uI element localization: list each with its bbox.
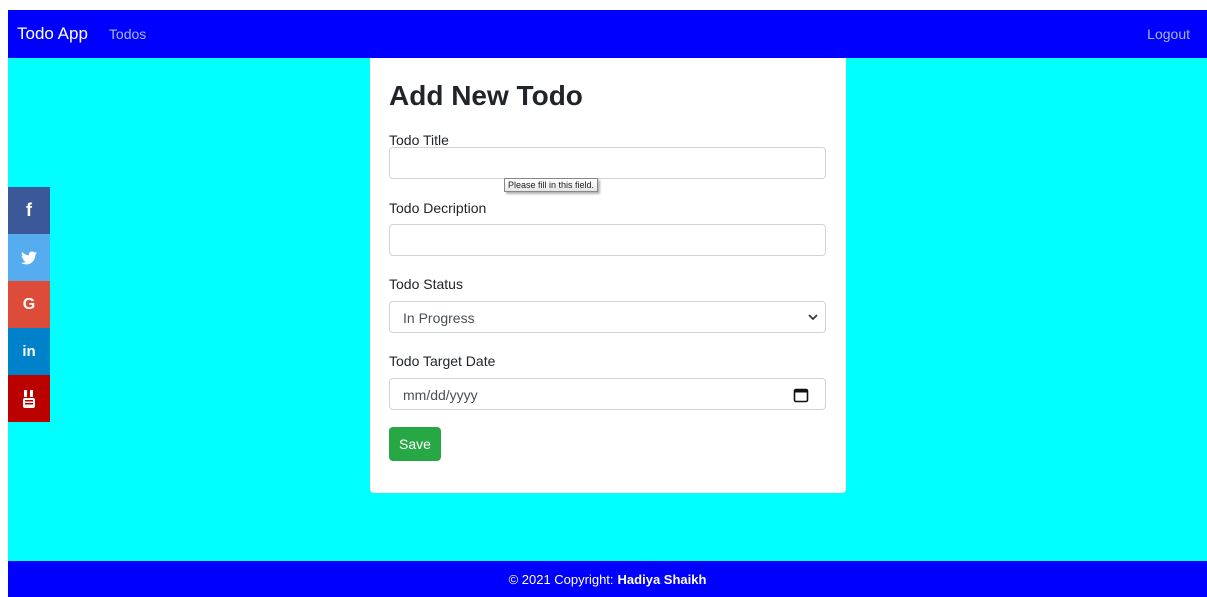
- chevron-down-icon: [808, 314, 818, 321]
- author-name: Hadiya Shaikh: [617, 571, 707, 587]
- copyright-text: © 2021 Copyright:: [508, 571, 614, 587]
- page-title: Add New Todo: [389, 80, 583, 111]
- target-date-label: Todo Target Date: [389, 353, 496, 369]
- validation-tooltip: Please fill in this field.: [504, 178, 599, 192]
- google-icon: G: [22, 295, 36, 313]
- youtube-button[interactable]: [8, 375, 50, 422]
- twitter-icon: [21, 250, 37, 264]
- title-input[interactable]: [389, 147, 826, 179]
- top-navbar: Todo App Todos Logout: [8, 10, 1207, 58]
- description-label: Todo Decription: [389, 200, 487, 216]
- target-date-input[interactable]: mm/dd/yyyy: [389, 378, 826, 410]
- page-frame: Todo App Todos Logout f G in Add New Tod…: [8, 10, 1207, 597]
- status-label: Todo Status: [389, 276, 463, 292]
- description-input[interactable]: [389, 224, 826, 256]
- social-sidebar: f G in: [8, 187, 50, 422]
- linkedin-button[interactable]: in: [8, 328, 50, 375]
- footer: © 2021 Copyright: Hadiya Shaikh: [8, 561, 1207, 597]
- status-select[interactable]: In Progress: [389, 301, 826, 333]
- title-label: Todo Title: [389, 132, 449, 148]
- status-selected-value: In Progress: [403, 310, 475, 326]
- save-button[interactable]: Save: [389, 427, 441, 461]
- facebook-icon: f: [26, 200, 32, 220]
- twitter-button[interactable]: [8, 234, 50, 281]
- brand-link[interactable]: Todo App: [17, 24, 88, 44]
- linkedin-icon: in: [22, 343, 36, 360]
- google-button[interactable]: G: [8, 281, 50, 328]
- logout-link[interactable]: Logout: [1147, 26, 1190, 42]
- target-date-placeholder: mm/dd/yyyy: [403, 387, 478, 403]
- youtube-icon: [23, 389, 35, 408]
- calendar-icon[interactable]: [793, 387, 809, 403]
- facebook-button[interactable]: f: [8, 187, 50, 234]
- add-todo-card: Add New Todo Todo Title Please fill in t…: [370, 58, 846, 493]
- nav-link-todos[interactable]: Todos: [109, 26, 146, 42]
